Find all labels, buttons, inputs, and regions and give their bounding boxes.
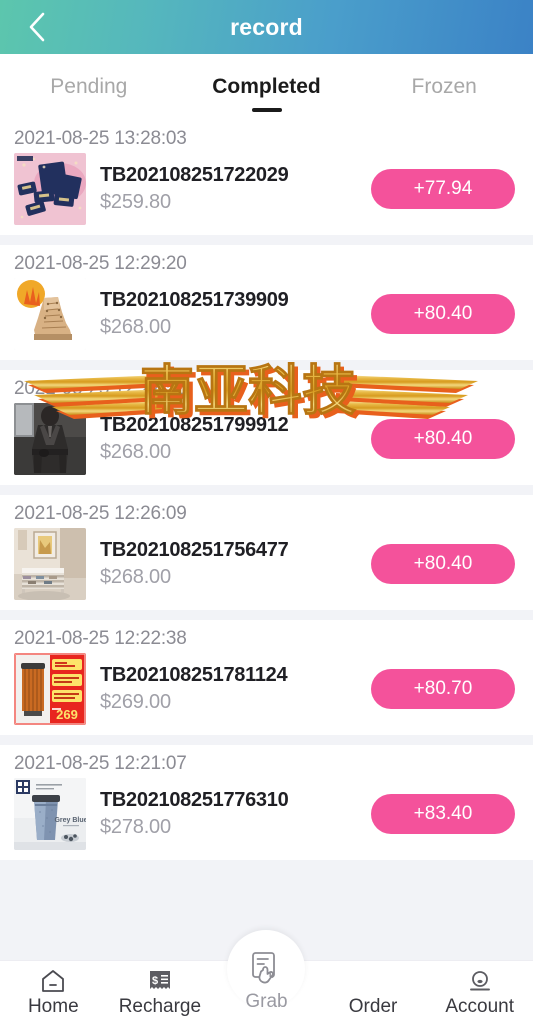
record-price: $268.00 xyxy=(100,566,171,588)
tab-pending[interactable]: Pending xyxy=(0,54,178,120)
record-datetime: 2021-08-25 12:27:58 xyxy=(14,378,187,399)
table-row[interactable]: 2021-08-25 12:26:09 TB202108251756477 $2… xyxy=(0,495,533,610)
record-order-id: TB202108251756477 xyxy=(100,539,289,561)
commission-badge[interactable]: +77.94 xyxy=(371,169,515,209)
record-price: $268.00 xyxy=(100,316,171,338)
table-row[interactable]: 2021-08-25 12:27:58 TB202108251799912 $2… xyxy=(0,370,533,485)
commission-badge[interactable]: +80.70 xyxy=(371,669,515,709)
table-row[interactable]: 2021-08-25 12:29:20 TB202108251739909 $2… xyxy=(0,245,533,360)
nav-item-recharge[interactable]: $ Recharge xyxy=(107,960,214,1024)
nav-item-home[interactable]: Home xyxy=(0,960,107,1024)
receipt-dollar-icon: $ xyxy=(147,967,173,995)
tab-frozen-label: Frozen xyxy=(411,75,477,98)
record-datetime: 2021-08-25 12:26:09 xyxy=(14,503,187,524)
tab-bar: Pending Completed Frozen xyxy=(0,54,533,120)
record-datetime: 2021-08-25 12:22:38 xyxy=(14,628,187,649)
record-price: $268.00 xyxy=(100,441,171,463)
product-thumbnail: Grey Blue xyxy=(14,778,86,850)
table-row[interactable]: 2021-08-25 13:28:03 TB202108251722029 $2… xyxy=(0,120,533,235)
back-button[interactable] xyxy=(14,0,60,54)
commission-badge[interactable]: +80.40 xyxy=(371,294,515,334)
tab-pending-label: Pending xyxy=(50,75,128,98)
commission-badge[interactable]: +80.40 xyxy=(371,419,515,459)
nav-item-account[interactable]: Account xyxy=(426,960,533,1024)
record-list[interactable]: 2021-08-25 13:28:03 TB202108251722029 $2… xyxy=(0,120,533,960)
record-datetime: 2021-08-25 12:21:07 xyxy=(14,753,187,774)
tab-completed[interactable]: Completed xyxy=(178,54,356,120)
app-header: record xyxy=(0,0,533,54)
chevron-left-icon xyxy=(27,11,47,43)
record-price: $278.00 xyxy=(100,816,171,838)
nav-item-grab[interactable]: Grab xyxy=(213,930,320,1024)
tab-frozen[interactable]: Frozen xyxy=(355,54,533,120)
product-thumbnail xyxy=(14,528,86,600)
hand-tap-card-icon xyxy=(246,946,286,990)
thumbnail-caption: Grey Blue xyxy=(54,817,86,824)
record-datetime: 2021-08-25 12:29:20 xyxy=(14,253,187,274)
record-order-id: TB202108251776310 xyxy=(100,789,289,811)
record-order-id: TB202108251799912 xyxy=(100,414,289,436)
product-thumbnail: 269 xyxy=(14,653,86,725)
nav-item-order[interactable]: Order xyxy=(320,960,427,1024)
commission-badge[interactable]: +83.40 xyxy=(371,794,515,834)
record-datetime: 2021-08-25 13:28:03 xyxy=(14,128,187,149)
tab-completed-label: Completed xyxy=(212,75,321,98)
table-row[interactable]: 2021-08-25 12:22:38 269 TB20210825178112… xyxy=(0,620,533,735)
nav-label-order: Order xyxy=(348,995,398,1017)
active-tab-indicator xyxy=(251,108,282,112)
product-thumbnail xyxy=(14,153,86,225)
nav-label-grab: Grab xyxy=(245,990,288,1012)
record-order-id: TB202108251722029 xyxy=(100,164,289,186)
record-price: $259.80 xyxy=(100,191,171,213)
nav-label-home: Home xyxy=(27,995,79,1017)
table-row[interactable]: 2021-08-25 12:21:07 Grey Blue TB20210825… xyxy=(0,745,533,860)
page-title: record xyxy=(230,13,303,40)
product-thumbnail xyxy=(14,278,86,350)
home-icon xyxy=(40,967,66,995)
app-screen: record Pending Completed Frozen 2021-08-… xyxy=(0,0,533,1024)
svg-text:$: $ xyxy=(152,975,158,987)
record-price: $269.00 xyxy=(100,691,171,713)
product-thumbnail xyxy=(14,403,86,475)
record-order-id: TB202108251781124 xyxy=(100,664,288,686)
bottom-navigation: Home $ Recharge Grab Order Account xyxy=(0,930,533,1024)
nav-label-recharge: Recharge xyxy=(118,995,202,1017)
commission-badge[interactable]: +80.40 xyxy=(371,544,515,584)
person-icon xyxy=(467,967,493,995)
record-order-id: TB202108251739909 xyxy=(100,289,289,311)
nav-label-account: Account xyxy=(445,995,514,1017)
